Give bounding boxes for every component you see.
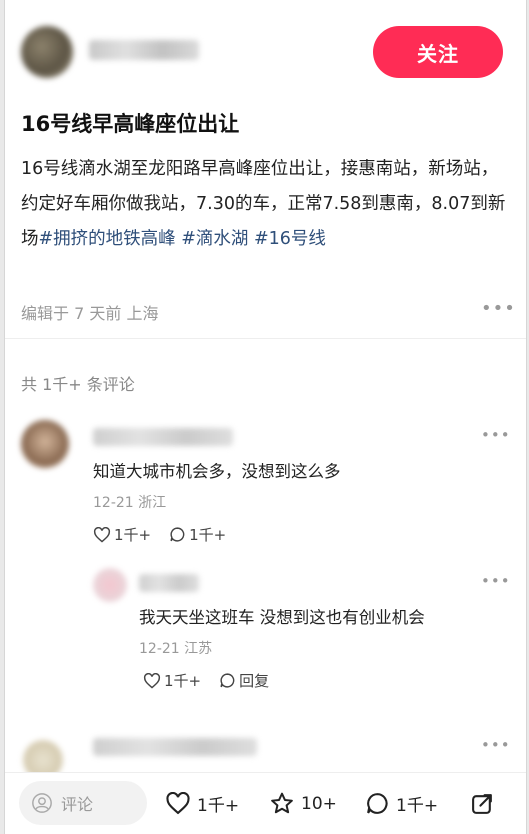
reply-count: 1千+ — [189, 526, 227, 544]
comment-input[interactable]: 评论 — [19, 781, 147, 825]
author-name-redacted[interactable] — [89, 40, 199, 60]
hashtag-link[interactable]: #滴水湖 — [181, 229, 248, 249]
more-icon[interactable]: ••• — [481, 426, 511, 444]
like-count: 1千+ — [164, 672, 202, 690]
post-meta: 编辑于 7 天前 上海 — [21, 304, 159, 323]
star-count: 10+ — [301, 793, 337, 814]
comment-button[interactable]: 1千+ — [365, 791, 438, 816]
bottom-action-bar: 评论 1千+ 10+ 1千+ — [5, 772, 526, 834]
like-count: 1千+ — [197, 796, 240, 816]
comment-bubble-icon — [220, 673, 235, 688]
share-button[interactable] — [470, 791, 495, 816]
user-icon — [32, 793, 52, 813]
star-button[interactable]: 10+ — [269, 791, 337, 816]
comment-bubble-icon — [367, 793, 388, 814]
commenter-name-redacted[interactable] — [93, 428, 233, 446]
author-avatar[interactable] — [21, 26, 73, 78]
post-body: 16号线滴水湖至龙阳路早高峰座位出让，接惠南站，新场站，约定好车厢你做我站，7.… — [21, 152, 515, 257]
commenter-name-redacted[interactable] — [93, 738, 257, 756]
like-button[interactable]: 1千+ — [143, 670, 201, 691]
like-button[interactable]: 1千+ — [165, 791, 239, 816]
hashtag-link[interactable]: #拥挤的地铁高峰 — [39, 229, 176, 249]
share-icon — [472, 794, 492, 814]
comment-input-placeholder: 评论 — [61, 795, 94, 814]
heart-icon — [166, 792, 190, 815]
comment-text: 知道大城市机会多，没想到这么多 — [93, 462, 341, 481]
more-icon[interactable]: ••• — [481, 298, 516, 319]
more-icon[interactable]: ••• — [481, 572, 511, 590]
reply-meta: 12-21 江苏 — [139, 641, 213, 657]
heart-icon — [143, 672, 161, 689]
comment-bubble-icon — [170, 527, 185, 542]
hashtag-link[interactable]: #16号线 — [254, 229, 326, 249]
more-icon[interactable]: ••• — [481, 736, 511, 754]
comment-actions: 1千+ 1千+ — [93, 524, 226, 545]
post-title: 16号线早高峰座位出让 — [21, 112, 240, 136]
like-button[interactable]: 1千+ — [93, 524, 151, 545]
reply-avatar[interactable] — [93, 568, 127, 602]
comment-avatar[interactable] — [21, 420, 69, 468]
reply-button[interactable]: 回复 — [219, 670, 269, 691]
star-icon — [271, 792, 293, 814]
reply-button[interactable]: 1千+ — [169, 524, 226, 545]
follow-button[interactable]: 关注 — [373, 26, 503, 78]
reply-actions: 1千+ 回复 — [143, 670, 269, 691]
comment-meta: 12-21 浙江 — [93, 495, 167, 511]
comment-count: 共 1千+ 条评论 — [21, 375, 135, 394]
divider — [5, 338, 526, 339]
replier-name-redacted[interactable] — [139, 574, 199, 592]
reply-label: 回复 — [239, 672, 270, 690]
like-count: 1千+ — [114, 526, 152, 544]
post-card: 关注 16号线早高峰座位出让 16号线滴水湖至龙阳路早高峰座位出让，接惠南站，新… — [4, 0, 527, 834]
heart-icon — [93, 526, 111, 543]
comment-count-bar: 1千+ — [396, 796, 439, 816]
reply-text: 我天天坐这班车 没想到这也有创业机会 — [139, 608, 425, 627]
